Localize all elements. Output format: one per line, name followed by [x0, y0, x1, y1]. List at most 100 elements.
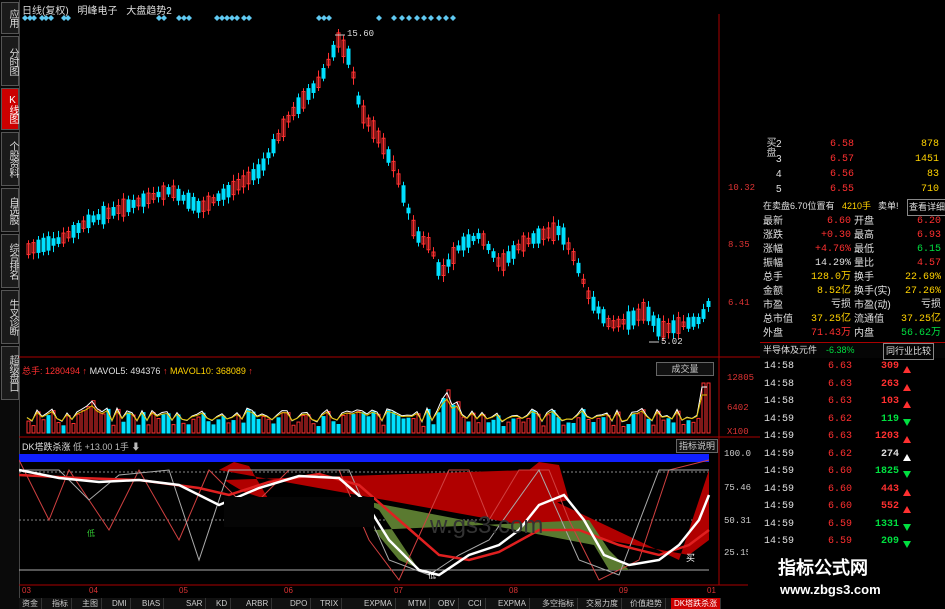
- volume-bar: [646, 418, 651, 434]
- bottom-tab[interactable]: KD: [213, 598, 232, 609]
- indicator-blue-band: [19, 454, 709, 462]
- quote-key: 总市值: [763, 314, 793, 325]
- ask-level: 3: [776, 154, 782, 165]
- order-notice: 在卖盘6.70位置有 4210手 卖单! 查看详细: [760, 199, 945, 216]
- tick-row: 14:59 6.60 552: [760, 499, 945, 514]
- volume-bar: [56, 422, 61, 434]
- candle-body: [506, 251, 511, 263]
- tick-time: 14:58: [764, 396, 795, 407]
- bottom-tab[interactable]: BIAS: [139, 598, 165, 609]
- volume-bar: [136, 424, 141, 434]
- tick-time: 14:59: [764, 431, 795, 442]
- volume-selector-button[interactable]: 成交量: [656, 362, 714, 376]
- tab-intraday[interactable]: 分时图: [1, 36, 19, 86]
- volume-bar: [191, 418, 196, 434]
- volume-bar: [636, 413, 641, 434]
- candle-body: [41, 237, 46, 252]
- time-label: 06: [284, 586, 293, 595]
- tab-profile[interactable]: 个股资料: [1, 132, 19, 186]
- signal-diamond: [326, 15, 332, 21]
- bottom-tab[interactable]: EXPMA: [361, 598, 397, 609]
- indicator-help-button[interactable]: 指标说明: [676, 439, 718, 453]
- volume-total: 总手: 1280494: [22, 366, 81, 376]
- volume-bar: [541, 425, 546, 434]
- bottom-tab[interactable]: DMI: [109, 598, 131, 609]
- sector-compare-button[interactable]: 同行业比较: [883, 343, 935, 360]
- bottom-tab[interactable]: 价值趋势: [627, 598, 666, 609]
- quote-key: 最新: [763, 216, 783, 227]
- tab-watchlist[interactable]: 自选股: [1, 188, 19, 232]
- bottom-tab[interactable]: 主图: [79, 598, 102, 609]
- volume-bar: [601, 417, 606, 434]
- bottom-tab[interactable]: ARBR: [243, 598, 273, 609]
- signal-diamond: [399, 15, 405, 21]
- mavol10-value: MAVOL10: 368089: [169, 366, 246, 376]
- volume-bar: [401, 418, 406, 434]
- volume-bar: [386, 409, 391, 434]
- volume-bar: [491, 419, 496, 434]
- bottom-tab[interactable]: TRIX: [317, 598, 343, 609]
- candle-body: [176, 188, 181, 201]
- tick-price: 6.60: [828, 501, 853, 512]
- bottom-tab[interactable]: 多空指标: [539, 598, 578, 609]
- candle-body: [656, 318, 661, 337]
- tab-diagnosis[interactable]: 牛叉诊断: [1, 290, 19, 344]
- volume-bar: [246, 408, 251, 434]
- volume-bar: [266, 418, 271, 434]
- tab-ranking[interactable]: 综合排名: [1, 234, 19, 288]
- candle-body: [556, 225, 561, 236]
- volume-bar: [66, 415, 71, 434]
- ask-level: 2: [776, 139, 782, 150]
- quote-value: 56.62万: [900, 328, 941, 339]
- bottom-tab[interactable]: MTM: [405, 598, 431, 609]
- quote-key: 流通值: [854, 314, 884, 325]
- time-label: 03: [22, 586, 31, 595]
- quote-row: 总市值 37.25亿 流通值 37.25亿: [760, 312, 945, 327]
- quote-value: 8.52亿: [816, 286, 851, 297]
- signal-diamond: [428, 15, 434, 21]
- bottom-tab[interactable]: DK塔跌杀涨: [671, 598, 722, 609]
- volume-bar: [176, 414, 181, 434]
- sector-name[interactable]: 半导体及元件: [763, 343, 817, 358]
- volume-bar: [296, 421, 301, 434]
- bottom-tab[interactable]: 资金: [19, 598, 42, 609]
- volume-bar: [561, 424, 566, 434]
- volume-bar: [526, 417, 531, 434]
- volume-bar: [516, 417, 521, 434]
- tab-app[interactable]: 应用: [1, 2, 19, 34]
- bottom-tab[interactable]: 交易力度: [583, 598, 622, 609]
- signal-diamond: [436, 15, 442, 21]
- volume-bar: [101, 413, 106, 434]
- bottom-tab[interactable]: DPO: [287, 598, 312, 609]
- volume-bar: [531, 410, 536, 434]
- ask-volume: 1451: [914, 154, 939, 165]
- bottom-tab[interactable]: OBV: [435, 598, 459, 609]
- tick-price: 6.63: [828, 378, 853, 390]
- candle-body: [156, 191, 161, 198]
- sector-row: 半导体及元件 -6.38% 同行业比较: [760, 342, 945, 360]
- volume-bar: [486, 422, 491, 434]
- signal-diamond: [65, 15, 71, 21]
- bottom-tab[interactable]: 指标: [49, 598, 72, 609]
- candle-body: [101, 205, 106, 225]
- tick-price: 6.63: [828, 431, 853, 442]
- chart-canvas[interactable]: [19, 0, 760, 598]
- bottom-tab[interactable]: CCI: [465, 598, 486, 609]
- candle-body: [51, 238, 56, 246]
- tick-volume: 1331: [874, 518, 899, 530]
- tick-row: 14:58 6.63 263: [760, 377, 945, 392]
- ask-row: 5 6.55 710: [760, 182, 945, 197]
- price-axis-label: 10.32: [728, 183, 756, 193]
- signal-diamond: [443, 15, 449, 21]
- volume-bar: [661, 419, 666, 434]
- bottom-tab[interactable]: EXPMA: [495, 598, 531, 609]
- tab-kline[interactable]: K线图: [1, 88, 19, 130]
- tick-time: 14:59: [764, 518, 795, 530]
- candle-body: [111, 207, 116, 216]
- bottom-tab[interactable]: SAR: [183, 598, 207, 609]
- tick-row: 14:59 6.62 274: [760, 447, 945, 462]
- quote-value: 22.69%: [904, 272, 941, 283]
- ask-row: 3 6.57 1451: [760, 152, 945, 167]
- volume-bar: [566, 422, 571, 434]
- tab-super-panel[interactable]: 超级盘口: [1, 346, 19, 400]
